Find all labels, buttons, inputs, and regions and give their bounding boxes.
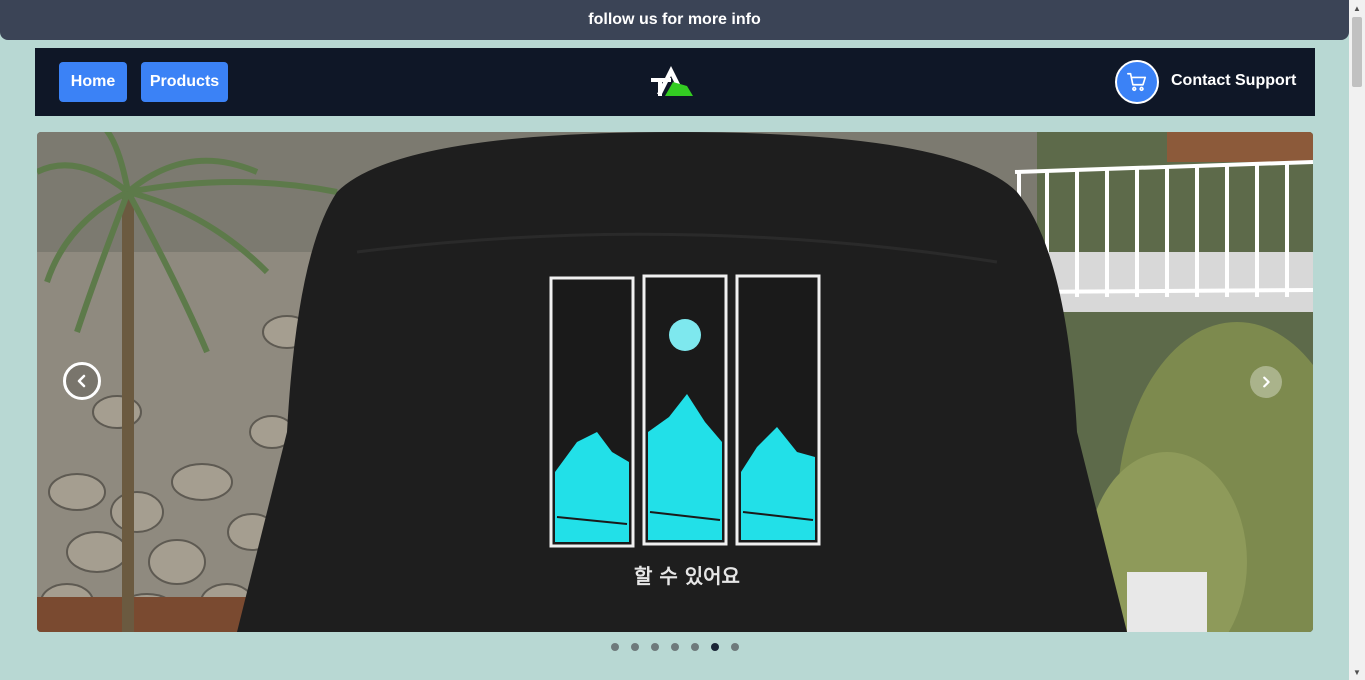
navbar: Home Products Contact Support xyxy=(35,48,1315,116)
banner-text: follow us for more info xyxy=(588,11,761,28)
product-slide-image xyxy=(37,132,1313,632)
cart-button[interactable] xyxy=(1115,60,1159,104)
cart-icon xyxy=(1127,72,1147,92)
scroll-up-arrow-icon[interactable]: ▲ xyxy=(1349,0,1365,16)
print-caption: 할 수 있어요 xyxy=(634,564,740,588)
carousel-dot[interactable] xyxy=(690,643,699,651)
carousel-dot[interactable] xyxy=(670,643,679,651)
home-button[interactable]: Home xyxy=(59,62,127,102)
announcement-banner: follow us for more info xyxy=(0,0,1349,40)
carousel-indicators xyxy=(0,643,1349,653)
products-button[interactable]: Products xyxy=(141,62,228,102)
carousel-dot[interactable] xyxy=(730,643,739,651)
carousel-next-button[interactable] xyxy=(1250,366,1282,398)
carousel-dot[interactable] xyxy=(630,643,639,651)
chevron-left-icon xyxy=(77,374,86,388)
scroll-down-arrow-icon[interactable]: ▼ xyxy=(1349,664,1365,680)
hero-carousel: 할 수 있어요 xyxy=(37,132,1313,632)
brand-logo-icon[interactable] xyxy=(649,64,695,100)
contact-support-link[interactable]: Contact Support xyxy=(1171,72,1296,90)
chevron-right-icon xyxy=(1263,376,1270,388)
carousel-dot[interactable] xyxy=(650,643,659,651)
carousel-dot[interactable] xyxy=(610,643,619,651)
scrollbar-thumb[interactable] xyxy=(1352,17,1362,87)
vertical-scrollbar[interactable]: ▲ ▼ xyxy=(1349,0,1365,680)
carousel-dot-active[interactable] xyxy=(710,643,719,651)
carousel-prev-button[interactable] xyxy=(63,362,101,400)
